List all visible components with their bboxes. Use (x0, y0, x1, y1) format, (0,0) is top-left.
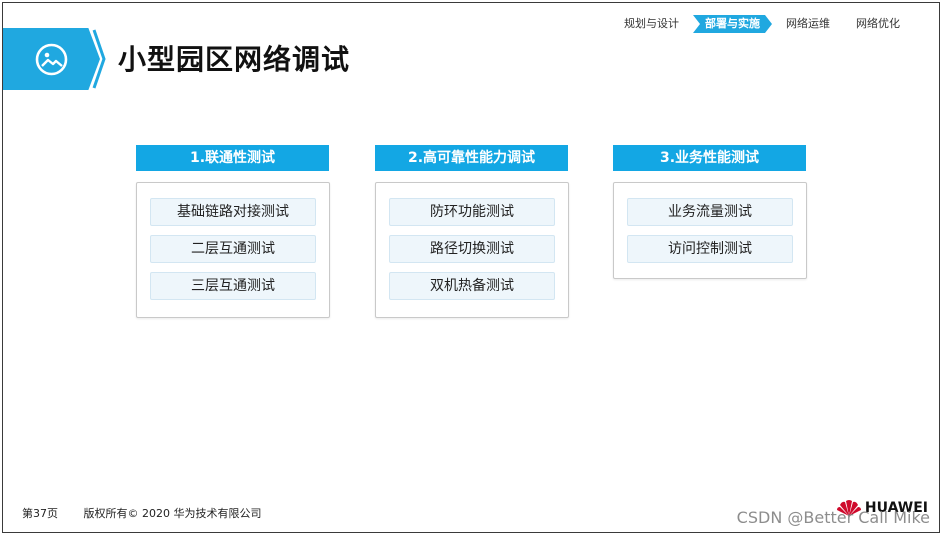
column-header-connectivity: 1.联通性测试 (136, 145, 329, 171)
list-item[interactable]: 三层互通测试 (150, 272, 316, 300)
nav-step-label: 网络运维 (786, 17, 830, 30)
nav-step-ops[interactable]: 网络运维 (774, 15, 842, 33)
column-header-performance: 3.业务性能测试 (613, 145, 806, 171)
watermark: CSDN @Better Call Mike (736, 508, 930, 527)
column-box-reliability: 防环功能测试 路径切换测试 双机热备测试 (375, 182, 569, 318)
list-item[interactable]: 业务流量测试 (627, 198, 793, 226)
list-item[interactable]: 二层互通测试 (150, 235, 316, 263)
page-title: 小型园区网络调试 (118, 43, 351, 76)
image-icon (35, 43, 68, 76)
list-item[interactable]: 防环功能测试 (389, 198, 555, 226)
list-item[interactable]: 路径切换测试 (389, 235, 555, 263)
progress-nav: 规划与设计 部署与实施 网络运维 网络优化 (614, 15, 912, 33)
column-header-reliability: 2.高可靠性能力调试 (375, 145, 568, 171)
nav-step-label: 部署与实施 (705, 17, 760, 30)
column-box-connectivity: 基础链路对接测试 二层互通测试 三层互通测试 (136, 182, 330, 318)
column-box-performance: 业务流量测试 访问控制测试 (613, 182, 807, 279)
copyright-text: 版权所有© 2020 华为技术有限公司 (83, 507, 262, 520)
footer: 第37页 版权所有© 2020 华为技术有限公司 (22, 505, 284, 521)
nav-step-plan[interactable]: 规划与设计 (616, 15, 691, 33)
nav-step-deploy[interactable]: 部署与实施 (693, 15, 772, 33)
list-item[interactable]: 访问控制测试 (627, 235, 793, 263)
nav-step-optimize[interactable]: 网络优化 (844, 15, 912, 33)
list-item[interactable]: 双机热备测试 (389, 272, 555, 300)
chevron-right-icon (92, 29, 106, 89)
list-item[interactable]: 基础链路对接测试 (150, 198, 316, 226)
nav-step-label: 网络优化 (856, 17, 900, 30)
nav-step-label: 规划与设计 (624, 17, 679, 30)
page-number: 第37页 (22, 507, 58, 520)
